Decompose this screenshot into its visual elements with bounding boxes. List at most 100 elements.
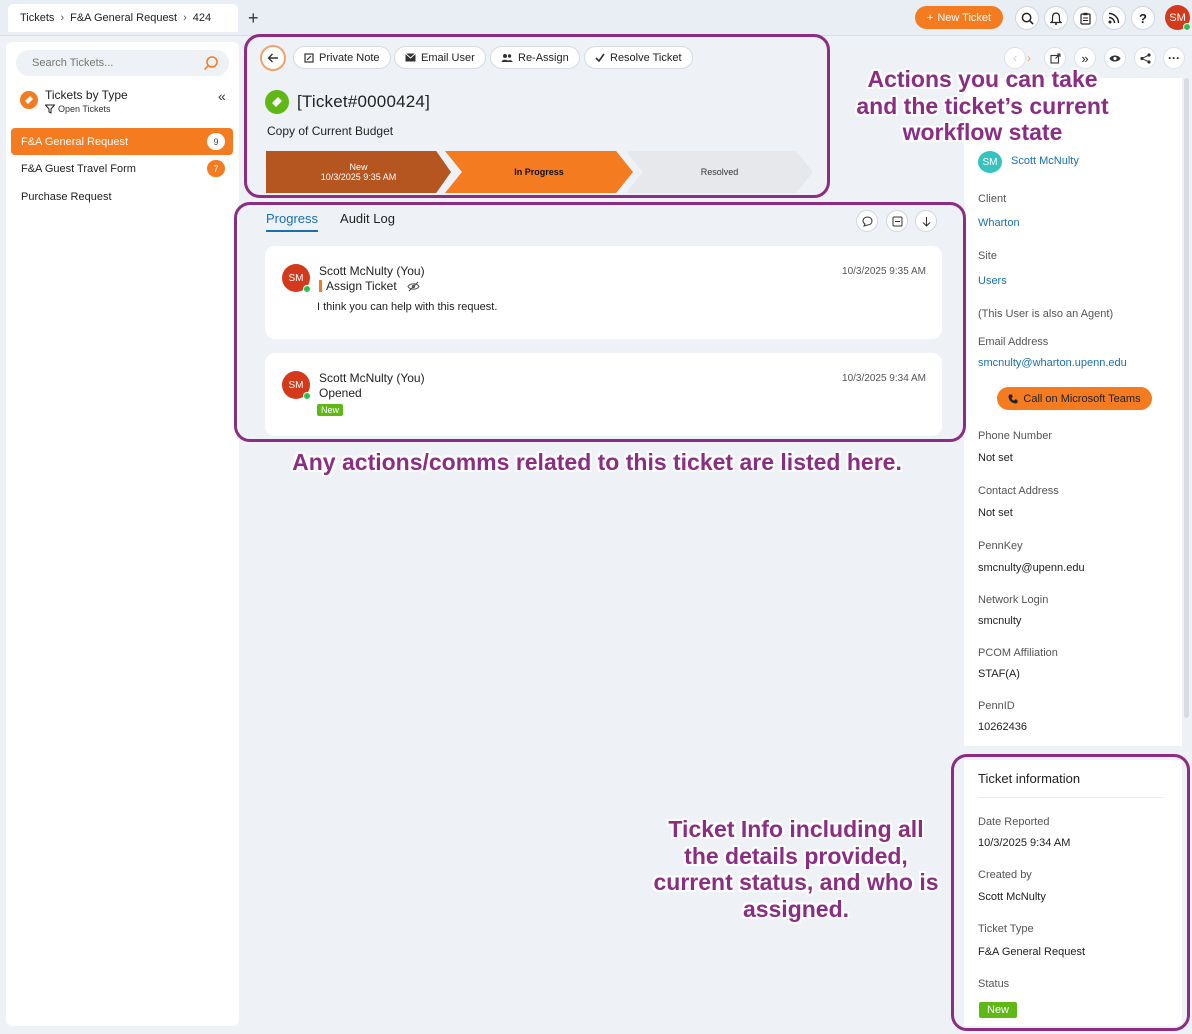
share-icon[interactable] — [1134, 47, 1156, 69]
sidebar-item-fa-guest-travel-form[interactable]: F&A Guest Travel Form 7 — [11, 155, 233, 182]
avatar-initials: SM — [288, 379, 304, 391]
tab-progress[interactable]: Progress — [266, 211, 319, 232]
user-avatar[interactable]: SM — [1165, 5, 1191, 31]
call-teams-button[interactable]: Call on Microsoft Teams — [997, 387, 1152, 410]
sort-down-icon[interactable] — [915, 210, 937, 232]
sidebar-item-fa-general-request[interactable]: F&A General Request 9 — [11, 128, 233, 155]
resolve-ticket-button[interactable]: Resolve Ticket — [584, 46, 693, 69]
created-by-value: Scott McNulty — [978, 891, 1046, 903]
more-options-icon[interactable]: ··· — [1163, 47, 1185, 69]
status-badge: New — [979, 1002, 1018, 1018]
reassign-label: Re-Assign — [518, 51, 569, 64]
search-icon[interactable] — [1015, 6, 1039, 30]
stage-name: New — [349, 162, 368, 172]
status-label: Status — [978, 978, 1010, 990]
search-box[interactable] — [16, 50, 229, 76]
address-value: Not set — [978, 507, 1013, 519]
created-by-label: Created by — [978, 869, 1032, 881]
comment-icon[interactable] — [856, 210, 878, 232]
pennid-value: 10262436 — [978, 721, 1027, 733]
stage-resolved[interactable]: Resolved — [626, 151, 813, 193]
breadcrumb-root[interactable]: Tickets — [20, 12, 54, 24]
new-ticket-button[interactable]: + New Ticket — [915, 6, 1003, 29]
users-icon — [501, 53, 513, 62]
avatar: SM — [282, 264, 311, 293]
email-user-button[interactable]: Email User — [394, 46, 486, 69]
email-label: Email Address — [978, 336, 1049, 348]
breadcrumb-type[interactable]: F&A General Request — [70, 12, 177, 24]
annotation-actions: Actions you can take and the ticket’s cu… — [856, 66, 1109, 146]
site-label: Site — [978, 250, 997, 262]
add-tab-icon[interactable]: + — [248, 8, 259, 29]
private-note-button[interactable]: Private Note — [293, 46, 391, 69]
resolve-ticket-label: Resolve Ticket — [610, 51, 682, 64]
client-label: Client — [978, 193, 1007, 205]
chevron-right-icon: › — [183, 12, 187, 24]
online-status-icon — [1183, 23, 1191, 31]
entry-time: 10/3/2025 9:35 AM — [842, 266, 926, 277]
entry-author: Scott McNulty (You) — [319, 264, 425, 278]
note-icon — [304, 52, 314, 63]
private-note-label: Private Note — [319, 51, 380, 64]
ticket-type-icon — [20, 91, 38, 109]
stage-in-progress[interactable]: In Progress — [445, 151, 633, 193]
count-badge: 9 — [207, 133, 225, 150]
call-teams-label: Call on Microsoft Teams — [1023, 392, 1141, 405]
annotation-comms: Any actions/comms related to this ticket… — [292, 449, 902, 475]
ticket-info-title: Ticket information — [978, 771, 1081, 786]
stage-new[interactable]: New 10/3/2025 9:35 AM — [266, 151, 451, 193]
phone-label: Phone Number — [978, 430, 1052, 442]
filter-label: Open Tickets — [58, 104, 111, 114]
pennid-label: PennID — [978, 700, 1015, 712]
email-link[interactable]: smcnulty@wharton.upenn.edu — [978, 357, 1127, 369]
sidebar-item-label: Purchase Request — [21, 190, 112, 203]
annotation-info: Ticket Info including all the details pr… — [653, 816, 939, 923]
pcom-value: STAF(A) — [978, 668, 1020, 680]
progress-entry: SM Scott McNulty (You) 10/3/2025 9:34 AM… — [265, 353, 942, 436]
collapse-sidebar-icon[interactable]: « — [218, 88, 226, 104]
chevron-right-icon: › — [60, 12, 65, 24]
plus-icon: + — [926, 11, 934, 24]
arrow-left-icon — [267, 53, 278, 63]
progress-entry: SM Scott McNulty (You) 10/3/2025 9:35 AM… — [265, 246, 942, 339]
collapse-all-icon[interactable] — [886, 210, 908, 232]
hidden-eye-icon — [407, 281, 420, 291]
bell-icon[interactable] — [1044, 6, 1068, 30]
scrollbar[interactable] — [1184, 78, 1189, 718]
sidebar-item-purchase-request[interactable]: Purchase Request — [11, 183, 233, 210]
progress-tabs: Progress Audit Log — [266, 211, 395, 232]
network-login-label: Network Login — [978, 594, 1049, 606]
tab-audit-log[interactable]: Audit Log — [340, 211, 395, 232]
section-title: Tickets by Type — [45, 88, 128, 102]
help-icon[interactable]: ? — [1131, 6, 1155, 30]
open-tickets-filter[interactable]: Open Tickets — [45, 104, 128, 114]
online-status-icon — [303, 285, 311, 293]
ticket-number: [Ticket#0000424] — [297, 92, 430, 111]
rss-icon[interactable] — [1102, 6, 1126, 30]
search-input[interactable] — [32, 57, 202, 69]
clipboard-icon[interactable] — [1073, 6, 1097, 30]
avatar-initials: SM — [288, 272, 304, 284]
search-icon[interactable] — [203, 55, 219, 74]
pennkey-label: PennKey — [978, 540, 1023, 552]
entry-action-label: Assign Ticket — [326, 279, 397, 293]
date-reported-value: 10/3/2025 9:34 AM — [978, 837, 1071, 849]
tickets-by-type-header: Tickets by Type Open Tickets — [20, 88, 128, 114]
sidebar-item-label: F&A General Request — [21, 135, 129, 148]
contact-panel — [964, 78, 1182, 746]
count-badge: 7 — [207, 160, 225, 177]
online-status-icon — [303, 392, 311, 400]
client-link[interactable]: Wharton — [978, 217, 1020, 229]
filter-icon — [45, 104, 55, 114]
agent-name[interactable]: Scott McNulty — [1011, 155, 1079, 167]
site-link[interactable]: Users — [978, 275, 1007, 287]
divider — [978, 797, 1164, 798]
back-button[interactable] — [260, 45, 286, 71]
email-user-label: Email User — [421, 51, 475, 64]
reassign-button[interactable]: Re-Assign — [490, 46, 580, 69]
user-initials: SM — [1169, 11, 1186, 24]
ticket-icon — [265, 90, 289, 114]
entry-action: Opened — [319, 386, 362, 400]
new-ticket-label: New Ticket — [937, 11, 992, 24]
breadcrumb[interactable]: Tickets › F&A General Request › 424 — [8, 4, 238, 32]
